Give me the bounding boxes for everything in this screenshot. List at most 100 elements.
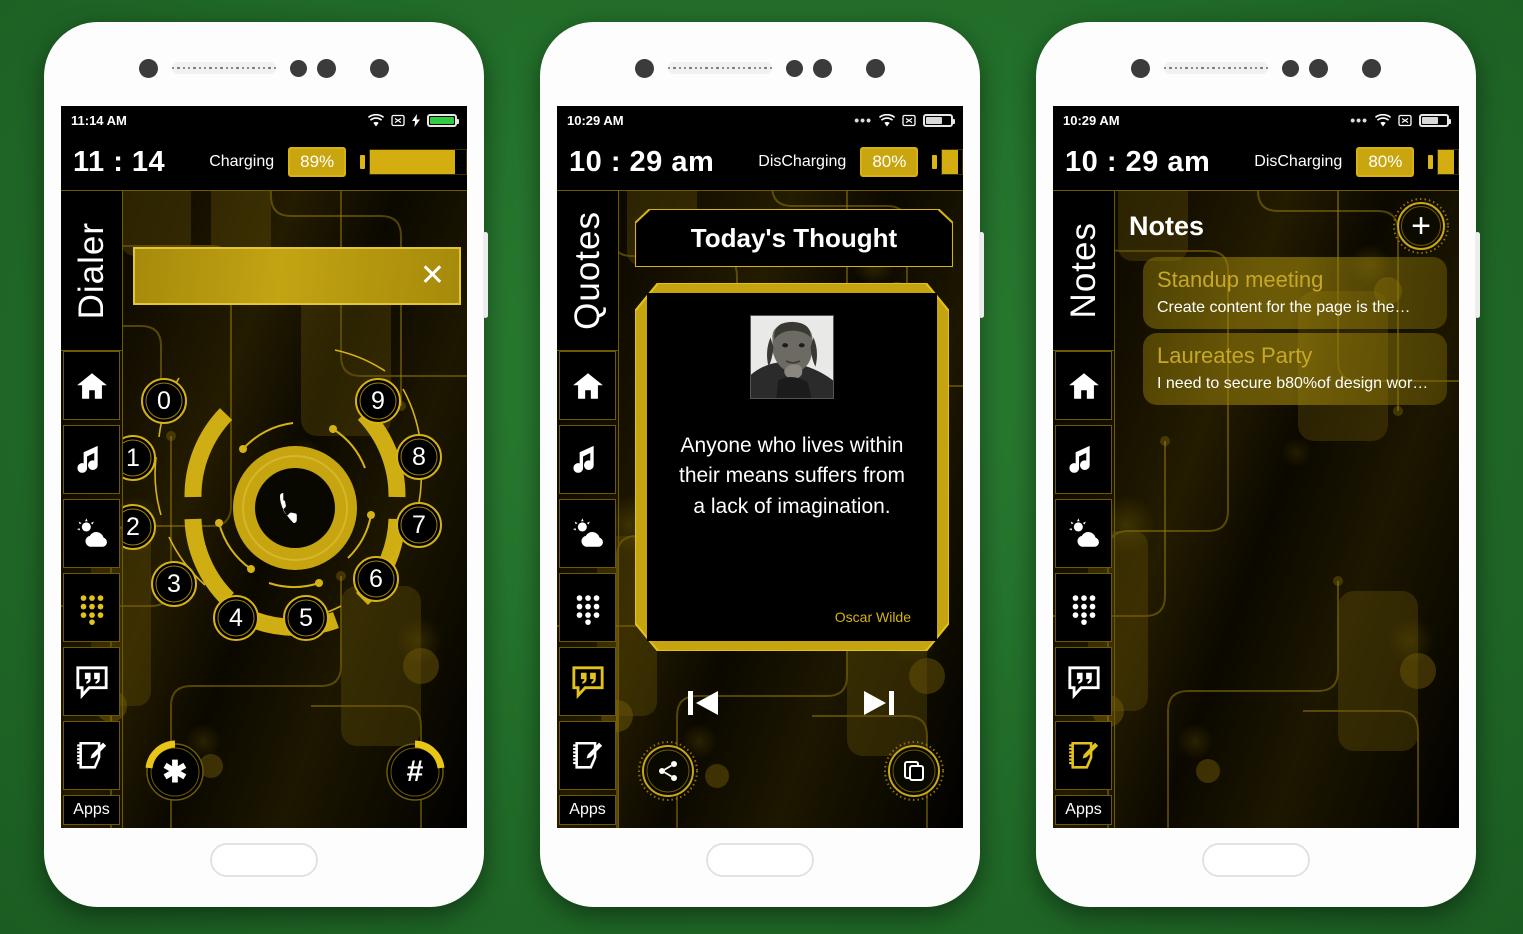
battery-icon (427, 113, 459, 127)
sidebar-item-home[interactable] (63, 351, 120, 420)
clock-bar: 11 : 14 Charging 89% (61, 134, 467, 190)
dotted-ring-icon (638, 741, 698, 801)
svg-text:9: 9 (371, 387, 385, 415)
sidebar-item-quotes[interactable] (559, 647, 616, 716)
notes-icon (1068, 741, 1098, 769)
battery-icon (1419, 113, 1451, 127)
sidebar-item-dialer[interactable] (559, 573, 616, 642)
home-hardware-button[interactable] (706, 843, 814, 877)
sidebar-item-quotes[interactable] (63, 647, 120, 716)
sidebar-apps-button[interactable]: Apps (63, 795, 120, 825)
svg-text:1: 1 (126, 444, 140, 472)
sidebar: Quotes Apps (557, 190, 619, 828)
sidebar: Dialer Apps (61, 190, 123, 828)
led-indicator-icon (370, 58, 389, 78)
home-hardware-button[interactable] (210, 843, 318, 877)
wifi-icon (1375, 113, 1391, 126)
weather-icon (572, 517, 603, 547)
power-button[interactable] (1475, 232, 1480, 318)
status-bar: 10:29 AM ••• (1053, 106, 1459, 134)
status-time: 10:29 AM (567, 112, 624, 128)
quote-header-banner: Today's Thought (635, 209, 953, 267)
power-button[interactable] (483, 232, 488, 318)
skip-previous-icon[interactable] (684, 685, 726, 721)
sidebar-item-notes[interactable] (559, 721, 616, 790)
status-bar: 11:14 AM (61, 106, 467, 134)
earpiece-grille (172, 62, 276, 74)
notes-header: Notes + (1129, 197, 1449, 255)
hash-key-button[interactable]: # (386, 740, 445, 801)
home-hardware-button[interactable] (1202, 843, 1310, 877)
note-item[interactable]: Laureates Party I need to secure b80%of … (1143, 333, 1447, 405)
circular-dialpad: 0 1 2 3 4 5 6 7 8 9 (110, 337, 467, 667)
sensor-icon (786, 59, 803, 77)
sidebar: Notes Apps (1053, 190, 1115, 828)
weather-icon (76, 517, 107, 547)
dialpad-icon (80, 594, 103, 625)
dialer-content: ✕ 0 1 2 3 4 5 6 7 8 9 ✱ # (110, 190, 467, 828)
svg-text:8: 8 (412, 443, 426, 471)
dialer-input[interactable]: ✕ (133, 247, 461, 305)
music-note-icon (76, 445, 98, 473)
quotes-icon (1067, 665, 1100, 699)
phone-dialer: 11:14 AM 11 : 14 Charging 89% Dialer App… (44, 22, 488, 907)
share-button[interactable] (638, 741, 698, 801)
oscar-wilde-portrait-icon (751, 316, 833, 398)
home-icon (572, 372, 603, 399)
dialer-extra-keys: ✱ # (123, 740, 467, 810)
clear-icon[interactable]: ✕ (420, 261, 445, 291)
sidebar-item-music[interactable] (1055, 425, 1112, 494)
star-ring-icon (145, 740, 204, 801)
charge-status-label: DisCharging (758, 153, 847, 170)
sidebar-item-notes[interactable] (1055, 721, 1112, 790)
overflow-dots-icon: ••• (854, 112, 872, 128)
led-indicator-icon (866, 58, 885, 78)
quotes-icon (571, 665, 604, 699)
sidebar-apps-button[interactable]: Apps (1055, 795, 1112, 825)
add-note-button[interactable]: + (1393, 198, 1449, 254)
hash-ring-icon (386, 740, 445, 801)
charging-bolt-icon (412, 113, 420, 127)
sidebar-item-weather[interactable] (63, 499, 120, 568)
sidebar-apps-button[interactable]: Apps (559, 795, 616, 825)
phone-notes: 10:29 AM ••• 10 : 29 am DisCharging 80% … (1036, 22, 1480, 907)
sidebar-item-home[interactable] (1055, 351, 1112, 420)
power-button[interactable] (979, 232, 984, 318)
note-item[interactable]: Standup meeting Create content for the p… (1143, 257, 1447, 329)
quote-author: Oscar Wilde (834, 609, 911, 625)
battery-icon (923, 113, 955, 127)
home-icon (1068, 372, 1099, 399)
svg-text:4: 4 (229, 604, 243, 632)
clock-display: 10 : 29 am (1065, 145, 1211, 178)
sidebar-item-quotes[interactable] (1055, 647, 1112, 716)
sidebar-item-notes[interactable] (63, 721, 120, 790)
svg-text:5: 5 (299, 604, 313, 632)
svg-text:0: 0 (157, 387, 171, 415)
battery-percent-badge: 89% (288, 147, 347, 177)
status-time: 10:29 AM (1063, 112, 1120, 128)
star-key-button[interactable]: ✱ (145, 740, 204, 801)
no-sim-icon (391, 114, 405, 126)
wifi-icon (368, 113, 384, 126)
sensor-icon (1282, 59, 1299, 77)
sidebar-item-weather[interactable] (1055, 499, 1112, 568)
screen-title: Quotes (557, 191, 618, 351)
front-camera-icon (635, 58, 654, 78)
notes-icon (572, 741, 602, 769)
sidebar-item-dialer[interactable] (1055, 573, 1112, 642)
sidebar-item-dialer[interactable] (63, 573, 120, 642)
sidebar-item-home[interactable] (559, 351, 616, 420)
music-note-icon (572, 445, 594, 473)
copy-button[interactable] (884, 741, 944, 801)
quote-nav-controls (619, 675, 963, 731)
dialpad-icon (576, 594, 599, 625)
sidebar-item-music[interactable] (63, 425, 120, 494)
sidebar-item-music[interactable] (559, 425, 616, 494)
battery-level-bar (1428, 147, 1459, 177)
sidebar-item-weather[interactable] (559, 499, 616, 568)
battery-level-bar (360, 147, 467, 177)
screen-quotes: 10:29 AM ••• 10 : 29 am DisCharging 80% … (557, 106, 963, 828)
battery-level-bar (932, 147, 963, 177)
clock-display: 10 : 29 am (569, 145, 715, 178)
skip-next-icon[interactable] (856, 685, 898, 721)
